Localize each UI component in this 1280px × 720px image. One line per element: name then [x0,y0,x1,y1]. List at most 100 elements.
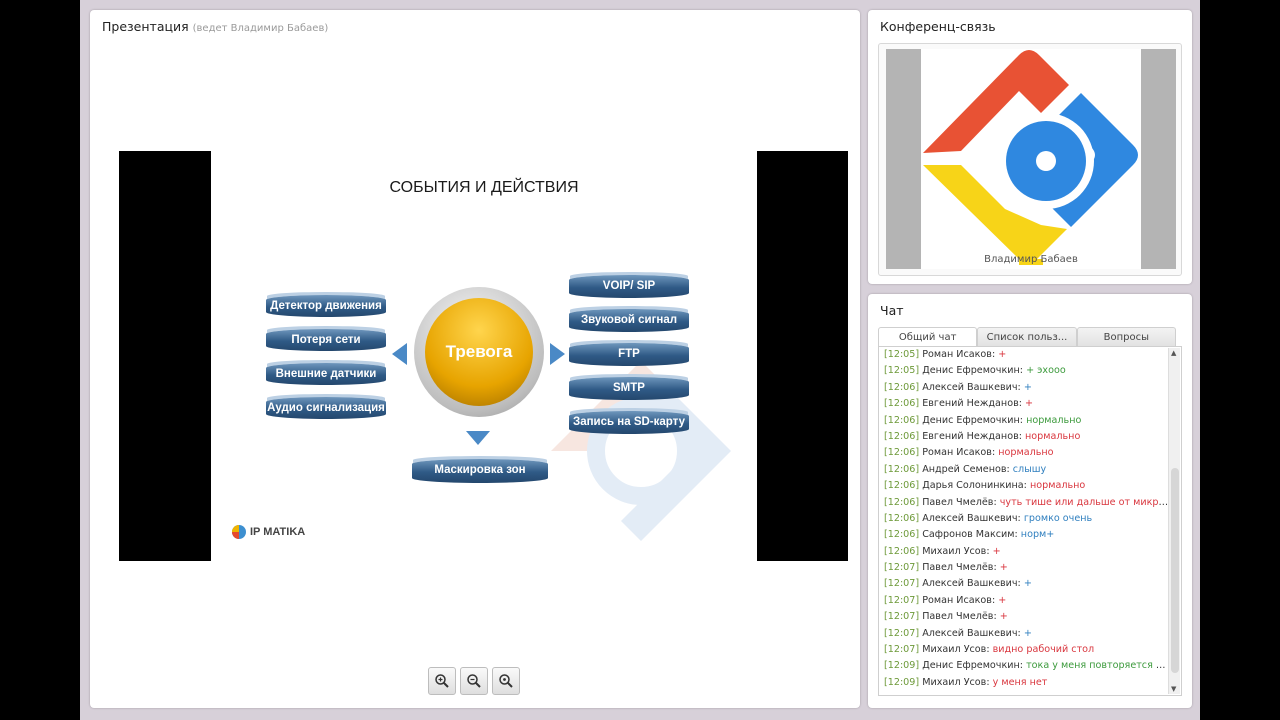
chat-tabs: Общий чат Список польз... Вопросы [878,327,1176,347]
chat-messages: [12:05] Роман Исаков: + [12:05] Денис Ефр… [884,347,1169,691]
message-user: Роман Исаков: [922,594,996,606]
message-time: [12:07] [884,562,920,574]
message-text: + [998,349,1007,360]
chat-message: [12:07] Михаил Усов: видно рабочий стол [884,642,1169,658]
message-time: [12:06] [884,430,920,442]
message-user: Алексей Вашкевич: [922,627,1021,639]
chat-message-list[interactable]: [12:05] Роман Исаков: + [12:05] Денис Ефр… [878,346,1182,696]
chat-message: [12:06] Денис Ефремочкин: нормально [884,413,1169,429]
app-stage: Презентация (ведет Владимир Бабаев) СОБЫ… [80,0,1200,720]
message-time: [12:06] [884,463,920,475]
chat-message: [12:06] Андрей Семенов: слышу [884,462,1169,478]
chat-message: [12:06] Евгений Нежданов: нормально [884,429,1169,445]
zoom-fit-button[interactable] [492,667,520,695]
chat-message: [12:09] Денис Ефремочкин: тока у меня по… [884,658,1169,674]
message-time: [12:06] [884,414,920,426]
message-time: [12:06] [884,398,920,410]
input-motion-detector: Детектор движения [266,295,386,317]
speaker-name: Владимир Бабаев [984,254,1078,265]
message-time: [12:09] [884,660,920,672]
message-text: + [1023,627,1032,639]
slide-heading: СОБЫТИЯ И ДЕЙСТВИЯ [389,179,579,196]
message-user: Михаил Усов: [922,644,990,656]
chat-message: [12:07] Павел Чмелёв: + [884,560,1169,576]
message-time: [12:06] [884,545,920,557]
tab-questions[interactable]: Вопросы [1076,327,1176,347]
message-text: + [992,545,1001,557]
message-time: [12:07] [884,578,920,590]
message-text: нормально [998,447,1054,459]
message-user: Евгений Нежданов: [922,430,1022,442]
message-text: тока у меня повторяется звук ? [1026,660,1169,672]
arrow-right-icon [550,343,565,365]
output-ftp: FTP [569,343,689,366]
presenter-label: (ведет Владимир Бабаев) [192,23,329,34]
message-text: норм+ [1020,529,1055,541]
message-user: Павел Чмелёв: [922,562,997,574]
zoom-toolbar [428,667,520,695]
scroll-up-icon[interactable]: ▲ [1171,349,1176,357]
alarm-circle: Тревога [414,287,544,417]
zoom-out-button[interactable] [460,667,488,695]
presentation-title-bar: Презентация (ведет Владимир Бабаев) [102,19,328,34]
message-text: + [1023,578,1032,590]
chat-message: [12:05] Роман Исаков: + [884,347,1169,363]
conference-panel: Конференц-связь Владимир Бабаев [868,10,1192,284]
input-network-loss: Потеря сети [266,329,386,351]
zoom-in-button[interactable] [428,667,456,695]
ipmatika-logo: IP MATIKA [231,524,305,540]
message-time: [12:09] [884,676,920,688]
chat-message: [12:06] Дарья Солонинкина: нормально [884,478,1169,494]
message-time: [12:06] [884,381,920,393]
slide-viewport: СОБЫТИЯ И ДЕЙСТВИЯ Детектор движения Пот… [119,151,848,561]
message-user: Денис Ефремочкин: [922,414,1023,426]
tab-user-list[interactable]: Список польз... [977,327,1077,347]
conference-title: Конференц-связь [880,19,996,34]
output-sd-card: Запись на SD-карту [569,411,689,434]
message-user: Алексей Вашкевич: [922,578,1021,590]
message-time: [12:06] [884,512,920,524]
message-text: + эхооо [1026,365,1066,377]
message-user: Михаил Усов: [922,676,990,688]
scrollbar-thumb[interactable] [1171,468,1179,673]
tab-general-chat[interactable]: Общий чат [878,327,978,347]
video-feed[interactable]: Владимир Бабаев [886,49,1176,269]
chat-message: [12:06] Алексей Вашкевич: + [884,380,1169,396]
output-voip-sip: VOIP/ SIP [569,275,689,298]
message-text: + [1025,398,1034,410]
chat-message: [12:09] Михаил Усов: у меня нет [884,675,1169,691]
arrow-left-icon [392,343,407,365]
message-text: + [999,562,1008,574]
message-time: [12:06] [884,480,920,492]
chat-scrollbar[interactable]: ▲ ▼ [1168,348,1180,694]
ipmatika-logo-icon [232,525,246,539]
message-time: [12:07] [884,611,920,623]
message-time: [12:07] [884,627,920,639]
message-time: [12:07] [884,644,920,656]
message-text: нормально [1025,430,1081,442]
message-time: [12:06] [884,496,920,508]
message-text: + [1023,381,1032,393]
message-user: Михаил Усов: [922,545,990,557]
message-time: [12:06] [884,529,920,541]
zoom-fit-icon [499,674,513,688]
input-external-sensors: Внешние датчики [266,363,386,385]
chat-message: [12:06] Михаил Усов: + [884,544,1169,560]
chat-message: [12:06] Евгений Нежданов: + [884,396,1169,412]
chat-message: [12:05] Денис Ефремочкин: + эхооо [884,363,1169,379]
arrow-down-icon [466,431,490,445]
message-text: слышу [1012,463,1047,475]
message-text: + [998,594,1007,606]
message-user: Денис Ефремочкин: [922,365,1023,377]
chat-message: [12:06] Павел Чмелёв: чуть тише или даль… [884,495,1169,511]
zoom-out-icon [467,674,481,688]
chat-message: [12:07] Роман Исаков: + [884,593,1169,609]
chat-message: [12:07] Алексей Вашкевич: + [884,576,1169,592]
chat-message: [12:06] Сафронов Максим: норм+ [884,527,1169,543]
slide: СОБЫТИЯ И ДЕЙСТВИЯ Детектор движения Пот… [211,151,757,561]
scroll-down-icon[interactable]: ▼ [1171,685,1176,693]
message-text: нормально [1026,414,1082,426]
chat-title: Чат [880,303,904,318]
chat-message: [12:06] Роман Исаков: нормально [884,445,1169,461]
message-user: Павел Чмелёв: [922,611,997,623]
